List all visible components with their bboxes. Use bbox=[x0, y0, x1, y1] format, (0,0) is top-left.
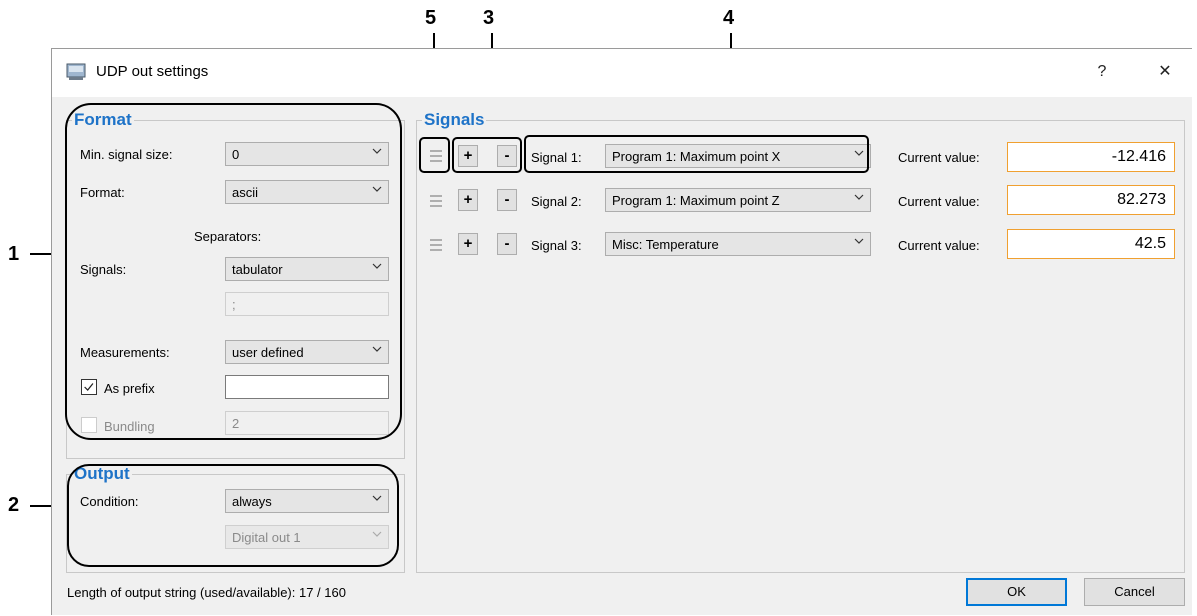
title-bar: UDP out settings ? ✕ bbox=[52, 49, 1192, 97]
signal-2-current-value: 82.273 bbox=[1007, 185, 1175, 215]
remove-signal-button[interactable]: - bbox=[497, 233, 517, 255]
callout-2: 2 bbox=[8, 494, 20, 516]
chevron-down-icon bbox=[854, 194, 864, 200]
cancel-button[interactable]: Cancel bbox=[1084, 578, 1185, 606]
signal-1-value-text: -12.416 bbox=[1111, 148, 1166, 165]
signal-2-label: Signal 2: bbox=[531, 194, 582, 209]
signal-2-source: Program 1: Maximum point Z bbox=[612, 193, 780, 208]
callout-1: 1 bbox=[8, 243, 20, 265]
signals-legend: Signals bbox=[422, 110, 487, 130]
current-value-label-1: Current value: bbox=[898, 150, 980, 165]
callout-4: 4 bbox=[723, 7, 735, 29]
help-button[interactable]: ? bbox=[1087, 59, 1117, 85]
add-signal-button[interactable]: + bbox=[458, 233, 478, 255]
drag-handle-annotation-outline bbox=[419, 137, 450, 173]
app-icon bbox=[66, 63, 86, 80]
drag-handle-icon[interactable] bbox=[429, 194, 443, 208]
chevron-down-icon bbox=[854, 238, 864, 244]
signal-3-source: Misc: Temperature bbox=[612, 237, 719, 252]
output-length-status: Length of output string (used/available)… bbox=[67, 585, 346, 600]
output-annotation-outline bbox=[67, 464, 399, 567]
add-remove-annotation-outline bbox=[452, 137, 522, 173]
window-title: UDP out settings bbox=[96, 63, 209, 80]
ok-button[interactable]: OK bbox=[966, 578, 1067, 606]
signal-3-label: Signal 3: bbox=[531, 238, 582, 253]
close-icon[interactable]: ✕ bbox=[1150, 59, 1180, 85]
callout-5: 5 bbox=[425, 7, 437, 29]
signal-3-select[interactable]: Misc: Temperature bbox=[605, 232, 871, 256]
callout-3: 3 bbox=[483, 7, 495, 29]
current-value-label-3: Current value: bbox=[898, 238, 980, 253]
add-signal-button[interactable]: + bbox=[458, 189, 478, 211]
signal-3-value-text: 42.5 bbox=[1134, 235, 1166, 252]
drag-handle-icon[interactable] bbox=[429, 238, 443, 252]
signal-select-annotation-outline bbox=[524, 135, 869, 173]
current-value-label-2: Current value: bbox=[898, 194, 980, 209]
signal-2-select[interactable]: Program 1: Maximum point Z bbox=[605, 188, 871, 212]
signal-1-current-value: -12.416 bbox=[1007, 142, 1175, 172]
signal-2-value-text: 82.273 bbox=[1117, 191, 1166, 208]
format-annotation-outline bbox=[65, 103, 402, 440]
signal-3-current-value: 42.5 bbox=[1007, 229, 1175, 259]
remove-signal-button[interactable]: - bbox=[497, 189, 517, 211]
